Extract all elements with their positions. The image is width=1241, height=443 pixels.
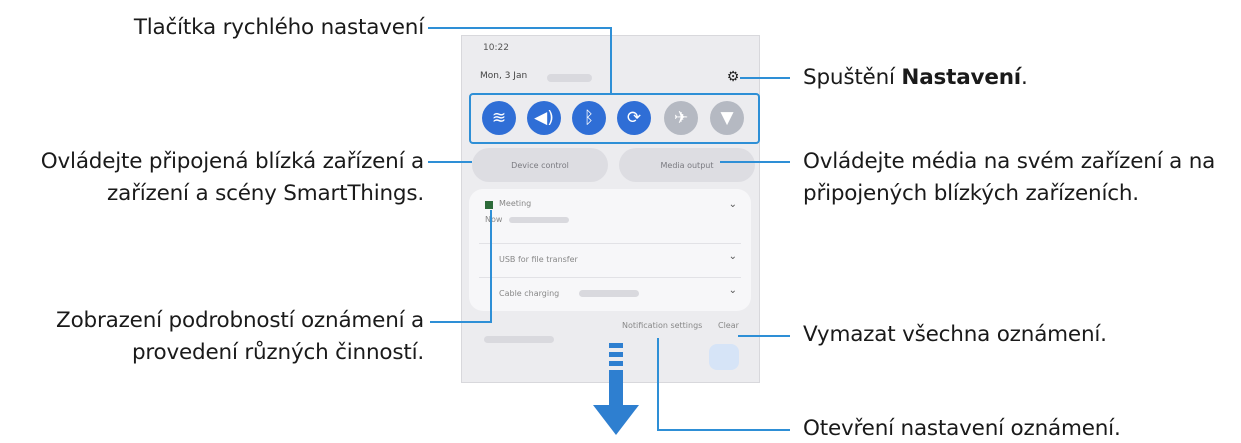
notification-subtitle: Now [485, 215, 503, 224]
label-notif-details-line1: Zobrazení podrobností oznámení a [56, 308, 424, 333]
label-quick-settings-buttons: Tlačítka rychlého nastavení [133, 15, 424, 40]
label-smartthings-line2: zařízení a scény SmartThings. [107, 181, 424, 206]
blurred-text [484, 336, 554, 343]
sound-icon[interactable]: ◀) [527, 101, 561, 135]
media-output-button[interactable]: Media output [619, 148, 755, 182]
blurred-text [579, 290, 639, 297]
callout-line [720, 161, 790, 163]
callout-line [490, 210, 492, 323]
divider [479, 243, 741, 244]
callout-line [657, 338, 659, 431]
callout-line [430, 321, 492, 323]
callout-line [657, 429, 790, 431]
callout-line [738, 335, 790, 337]
notification-settings-link[interactable]: Notification settings [622, 321, 702, 330]
label-clear-all: Vymazat všechna oznámení. [803, 322, 1107, 347]
faded-button [709, 344, 739, 370]
label-media-line2: připojených blízkých zařízeních. [803, 181, 1139, 206]
callout-line [610, 27, 612, 94]
chevron-down-icon[interactable]: ⌄ [729, 285, 737, 296]
bluetooth-icon[interactable]: ᛒ [572, 101, 606, 135]
notification-item[interactable]: Meeting Now ⌄ [469, 189, 751, 239]
label-notif-details-line2: provedení různých činností. [131, 340, 424, 365]
airplane-mode-icon[interactable]: ✈ [664, 101, 698, 135]
callout-line [740, 77, 790, 79]
blurred-text [509, 217, 569, 223]
notification-title: Meeting [499, 199, 532, 208]
notification-title: Cable charging [499, 289, 560, 298]
blurred-status [547, 74, 592, 82]
chevron-down-icon[interactable]: ⌄ [729, 199, 737, 210]
callout-line [428, 27, 612, 29]
notification-title: USB for file transfer [499, 255, 578, 264]
chevron-down-icon[interactable]: ⌄ [729, 251, 737, 262]
notification-item[interactable]: Cable charging ⌄ [469, 285, 751, 309]
label-launch-settings: Spuštění Nastavení. [803, 65, 1028, 90]
device-control-button[interactable]: Device control [472, 148, 608, 182]
auto-rotate-icon[interactable]: ⟳ [617, 101, 651, 135]
notification-card: Meeting Now ⌄ USB for file transfer ⌄ Ca… [469, 189, 751, 311]
label-smartthings-line1: Ovládejte připojená blízká zařízení a [40, 149, 424, 174]
app-icon [485, 201, 493, 209]
settings-gear-icon[interactable]: ⚙ [726, 69, 740, 85]
callout-line [428, 161, 472, 163]
flashlight-icon[interactable]: ▼ [710, 101, 744, 135]
quick-settings-highlight: ≋ ◀) ᛒ ⟳ ✈ ▼ [469, 93, 760, 144]
label-media-line1: Ovládejte média na svém zařízení a na [803, 149, 1216, 174]
clear-button[interactable]: Clear [718, 321, 739, 330]
wifi-icon[interactable]: ≋ [482, 101, 516, 135]
swipe-down-arrow-icon [585, 343, 649, 439]
notification-item[interactable]: USB for file transfer ⌄ [469, 251, 751, 285]
divider [479, 277, 741, 278]
status-time: 10:22 [483, 43, 509, 53]
